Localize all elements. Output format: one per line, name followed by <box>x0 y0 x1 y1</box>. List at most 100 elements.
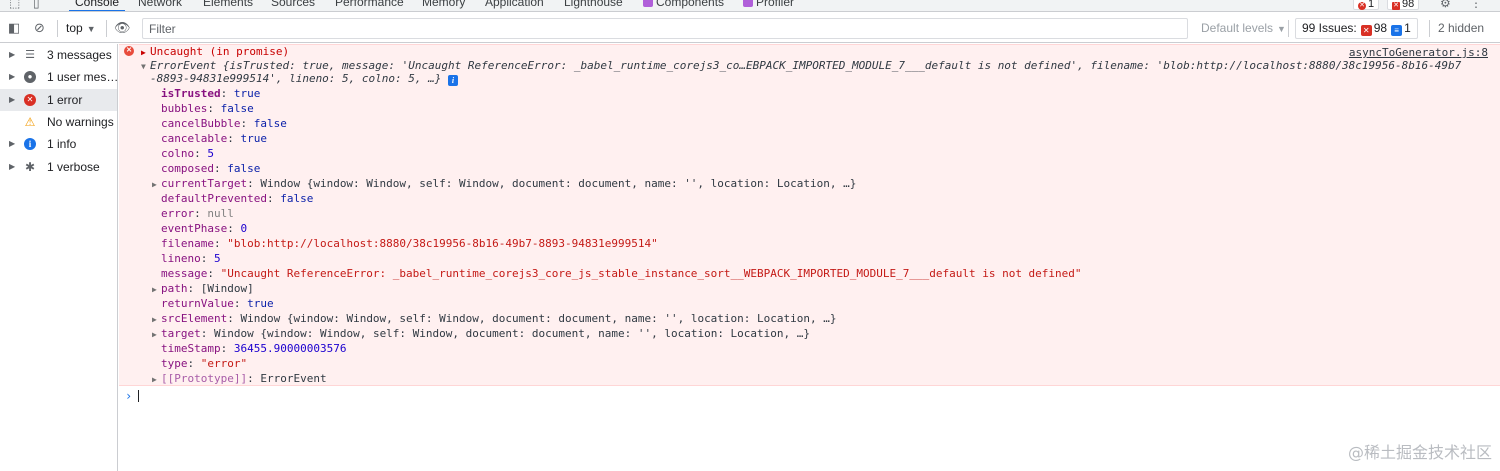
property-key: isTrusted <box>161 87 221 100</box>
chevron-down-icon: ▼ <box>86 24 96 34</box>
console-output: ✕ ▶ Uncaught (in promise) asyncToGenerato… <box>119 44 1500 471</box>
sidebar-toggle-icon[interactable]: ◧ <box>8 20 20 36</box>
property-separator: : <box>240 117 254 130</box>
property-row: returnValue: true <box>161 296 274 311</box>
clear-console-icon[interactable]: ⊘ <box>34 20 45 36</box>
expand-arrow-icon: ▶ <box>152 330 157 339</box>
expand-arrow-icon: ▶ <box>9 139 16 148</box>
log-levels-dropdown[interactable]: Default levels ▼ <box>1201 21 1286 35</box>
property-key: lineno <box>161 252 201 265</box>
property-value: 5 <box>214 252 221 265</box>
expand-arrow-icon: ▶ <box>9 50 16 59</box>
property-value: "error" <box>200 357 248 370</box>
property-row: message: "Uncaught ReferenceError: _babe… <box>161 266 1082 281</box>
property-separator: : <box>187 357 201 370</box>
property-row[interactable]: ▶ srcElement: Window {window: Window, sel… <box>152 311 837 326</box>
more-options-icon[interactable]: ⋮ <box>1470 0 1482 10</box>
property-value: false <box>280 192 314 205</box>
property-row: isTrusted: true <box>161 86 260 101</box>
console-input-cursor[interactable] <box>138 390 139 402</box>
error-header-text: Uncaught (in promise) <box>150 45 290 58</box>
tab-components[interactable]: Components <box>643 0 724 9</box>
expand-arrow-icon: ▶ <box>9 72 16 81</box>
tab-memory[interactable]: Memory <box>422 0 465 9</box>
property-row: bubbles: false <box>161 101 254 116</box>
sidebar-item-label: No warnings <box>47 115 114 129</box>
sidebar-item-label: 1 error <box>47 93 83 107</box>
property-value: false <box>220 102 254 115</box>
issue-count-badge[interactable]: ✕ 98 <box>1387 0 1420 10</box>
devtools-tab-bar: ⬚ ▯ Console Network Elements Sources Per… <box>0 0 1500 12</box>
info-icon[interactable]: i <box>448 75 459 86</box>
property-value: null <box>207 207 234 220</box>
sidebar-item-user-messages[interactable]: ▶ ● 1 user mes… <box>0 66 117 88</box>
property-separator: : <box>207 267 221 280</box>
property-row[interactable]: ▶ [[Prototype]]: ErrorEvent <box>152 371 327 386</box>
live-expression-eye-icon[interactable]: 👁 <box>114 20 131 36</box>
property-key: error <box>161 207 195 220</box>
user-icon: ● <box>24 71 36 83</box>
sidebar-item-label: 1 info <box>47 137 77 151</box>
property-separator: : <box>220 87 234 100</box>
property-value: false <box>253 117 287 130</box>
property-separator: : <box>213 162 228 175</box>
sidebar-item-warnings[interactable]: ⚠ No warnings <box>0 111 117 133</box>
error-header[interactable]: ▶ Uncaught (in promise) <box>141 44 289 59</box>
issue-count: 98 <box>1402 0 1415 10</box>
property-value: true <box>247 297 274 310</box>
property-value: Window {window: Window, self: Window, do… <box>214 327 811 340</box>
property-value: "Uncaught ReferenceError: _babel_runtime… <box>220 267 1082 280</box>
property-separator: : <box>187 282 201 295</box>
console-toolbar: ◧ ⊘ top▼ 👁 Default levels▼ 99 Issues:✕98… <box>0 13 1500 43</box>
property-separator: : <box>233 297 248 310</box>
property-key: cancelable <box>161 132 228 145</box>
chevron-down-icon: ▼ <box>1277 24 1286 34</box>
context-selector[interactable]: top ▼ <box>66 21 96 35</box>
property-key: colno <box>161 147 195 160</box>
filter-input[interactable] <box>142 18 1188 39</box>
issue-info-icon: ≡ <box>1391 25 1403 36</box>
tab-application[interactable]: Application <box>485 0 544 9</box>
tab-performance[interactable]: Performance <box>335 0 404 9</box>
property-value: Window {window: Window, self: Window, do… <box>240 312 837 325</box>
property-row[interactable]: ▶ target: Window {window: Window, self: W… <box>152 326 810 341</box>
error-count-badge[interactable]: ✕ 1 <box>1353 0 1380 10</box>
settings-gear-icon[interactable]: ⚙ <box>1440 0 1451 10</box>
tab-lighthouse[interactable]: Lighthouse <box>564 0 623 9</box>
property-separator: : <box>227 222 241 235</box>
tab-sources[interactable]: Sources <box>271 0 315 9</box>
property-key: timeStamp <box>161 342 221 355</box>
property-key: composed <box>161 162 214 175</box>
tab-profiler[interactable]: Profiler <box>743 0 794 9</box>
tab-elements[interactable]: Elements <box>203 0 253 9</box>
sidebar-item-errors[interactable]: ▶ ✕ 1 error <box>0 89 117 111</box>
watermark: @稀土掘金技术社区 <box>1347 443 1492 462</box>
inspect-element-icon[interactable]: ⬚ <box>9 0 20 10</box>
react-components-icon <box>643 0 653 7</box>
error-summary-line-2: -8893-94831e999514', lineno: 5, colno: 5… <box>150 72 442 85</box>
toolbar-divider <box>57 20 58 37</box>
property-key: currentTarget <box>161 177 248 190</box>
error-message-block: ✕ ▶ Uncaught (in promise) asyncToGenerato… <box>119 44 1500 386</box>
property-separator: : <box>227 312 241 325</box>
device-toolbar-icon[interactable]: ▯ <box>33 0 40 10</box>
toolbar-divider <box>1429 20 1430 37</box>
property-value: "blob:http://localhost:8880/38c19956-8b1… <box>227 237 658 250</box>
tab-network[interactable]: Network <box>138 0 182 9</box>
property-key: returnValue <box>161 297 234 310</box>
property-separator: : <box>247 177 261 190</box>
error-circle-icon: ✕ <box>1358 2 1366 10</box>
issues-label: 99 Issues: <box>1302 21 1357 35</box>
property-row[interactable]: ▶ currentTarget: Window {window: Window, … <box>152 176 856 191</box>
property-row[interactable]: ▶ path: [Window] <box>152 281 254 296</box>
property-separator: : <box>220 342 234 355</box>
tab-console[interactable]: Console <box>68 0 126 11</box>
sidebar-item-info[interactable]: ▶ i 1 info <box>0 133 117 155</box>
property-separator: : <box>266 192 281 205</box>
expand-arrow-icon: ▶ <box>152 315 157 324</box>
sidebar-item-verbose[interactable]: ▶ ✱ 1 verbose <box>0 156 117 178</box>
expand-arrow-icon: ▶ <box>152 180 157 189</box>
sidebar-item-messages[interactable]: ▶ ☰ 3 messages <box>0 44 117 66</box>
property-row: composed: false <box>161 161 260 176</box>
issues-button[interactable]: 99 Issues: ✕ 98 ≡ 1 <box>1295 18 1418 39</box>
